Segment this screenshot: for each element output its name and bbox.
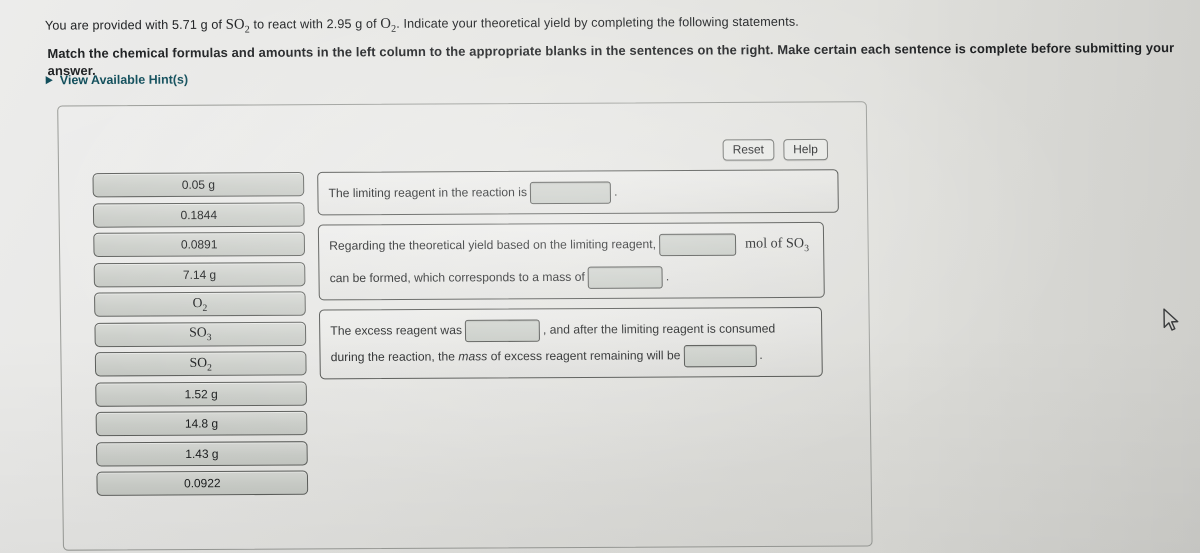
answer-tile[interactable]: 0.0922: [96, 470, 309, 496]
answer-tile-label: SO2: [189, 354, 212, 374]
answer-tile-label: 0.0891: [180, 237, 218, 252]
help-button[interactable]: Help: [783, 138, 829, 161]
answer-tile-label: 1.43 g: [185, 446, 219, 461]
answer-tile[interactable]: 1.52 g: [95, 380, 308, 407]
answer-tile-label: 1.52 g: [184, 386, 218, 401]
sentence-2-text-c: .: [665, 269, 670, 284]
answer-tile-label: O2: [192, 294, 208, 314]
triangle-right-icon: [45, 76, 53, 85]
drop-blank-limiting-reagent[interactable]: [529, 181, 612, 205]
answer-tile[interactable]: 0.05 g: [92, 171, 305, 198]
answer-tile[interactable]: 14.8 g: [95, 410, 308, 437]
sentence-3-text-a: The excess reagent was: [330, 322, 463, 338]
answer-tile[interactable]: SO2: [94, 351, 307, 377]
drop-blank-yield-moles[interactable]: [658, 233, 737, 256]
sentence-theoretical-yield: Regarding the theoretical yield based on…: [317, 221, 825, 301]
sentence-list: The limiting reagent in the reaction is.…: [317, 169, 841, 380]
sentence-2-unit: mol of SO3: [744, 236, 810, 255]
view-hints-link[interactable]: View Available Hint(s): [45, 72, 189, 88]
answer-tile-label: 0.0922: [183, 476, 221, 491]
drop-blank-excess-reagent[interactable]: [464, 319, 541, 342]
prompt-formula-so2: SO2: [225, 16, 250, 36]
answer-tile[interactable]: O2: [94, 291, 306, 317]
sentence-3-text-e: .: [759, 347, 763, 362]
drop-blank-yield-mass[interactable]: [587, 265, 663, 289]
panel-toolbar: Reset Help: [722, 138, 829, 161]
answer-tile[interactable]: 1.43 g: [95, 440, 308, 467]
sentence-limiting-reagent: The limiting reagent in the reaction is.: [317, 169, 839, 216]
answer-tile[interactable]: 7.14 g: [93, 261, 306, 287]
answer-tile-label: SO3: [189, 324, 212, 344]
sentence-3-text-d: of excess reagent remaining will be: [490, 347, 681, 364]
sentence-2-text-a: Regarding the theoretical yield based on…: [329, 236, 657, 253]
prompt-formula-o2: O2: [380, 15, 397, 35]
reset-button[interactable]: Reset: [722, 139, 775, 161]
answer-tile-label: 7.14 g: [182, 267, 217, 282]
prompt-text-b: to react with 2.95 g of: [249, 16, 381, 32]
prompt-text-c: . Indicate your theoretical yield by com…: [396, 14, 799, 31]
sentence-1-text-a: The limiting reagent in the reaction is: [328, 184, 528, 201]
sentence-2-text-b: can be formed, which corresponds to a ma…: [329, 269, 585, 285]
sentence-3-text-c: the reaction, the: [367, 349, 456, 364]
arrow-pointer-icon: [1163, 308, 1179, 331]
answer-tile-label: 14.8 g: [184, 416, 219, 431]
answer-tile[interactable]: 0.1844: [92, 201, 305, 228]
answer-panel: Reset Help 0.05 g 0.1844 0.0891 7.14 g O…: [57, 101, 873, 551]
question-prompt-line-1: You are provided with 5.71 g of SO2 to r…: [45, 10, 1199, 38]
sentence-excess-reagent: The excess reagent was, and after the li…: [318, 306, 823, 380]
screen-photo: You are provided with 5.71 g of SO2 to r…: [0, 0, 1200, 553]
answer-bank: 0.05 g 0.1844 0.0891 7.14 g O2 SO3 SO2 1…: [92, 171, 309, 496]
answer-tile[interactable]: SO3: [94, 321, 307, 347]
sentence-3-emphasis: mass: [458, 348, 488, 364]
answer-tile-label: 0.05 g: [181, 177, 216, 192]
answer-tile-label: 0.1844: [180, 207, 218, 222]
answer-tile[interactable]: 0.0891: [93, 231, 306, 258]
view-hints-label: View Available Hint(s): [59, 72, 189, 88]
sentence-1-text-b: .: [613, 184, 618, 199]
prompt-text-a: You are provided with 5.71 g of: [44, 17, 226, 33]
drop-blank-excess-mass[interactable]: [683, 344, 757, 367]
question-instructions: Match the chemical formulas and amounts …: [47, 39, 1175, 79]
